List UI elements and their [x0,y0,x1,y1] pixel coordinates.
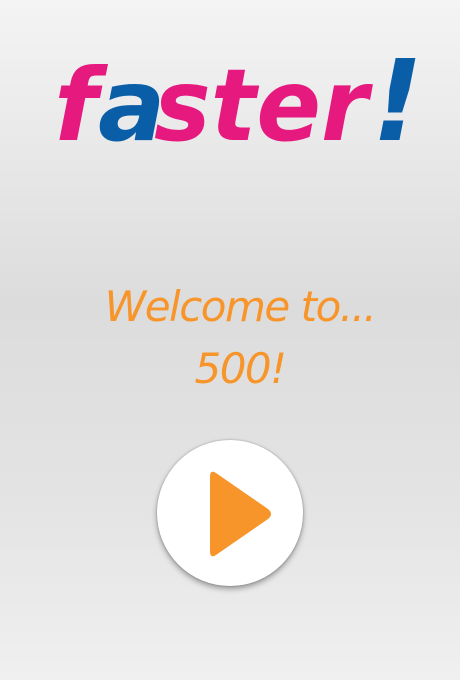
welcome-message: Welcome to... 500! [0,276,460,400]
faster-logo: f a ster ! [50,40,430,152]
welcome-screen: f a ster ! Welcome to... 500! [0,0,460,680]
play-icon [210,471,271,557]
logo-letters-ster: ster [154,47,373,152]
welcome-line: Welcome to... [104,282,377,331]
logo-exclamation: ! [372,40,423,152]
score-target: 500! [194,344,287,393]
play-button[interactable] [157,440,303,586]
